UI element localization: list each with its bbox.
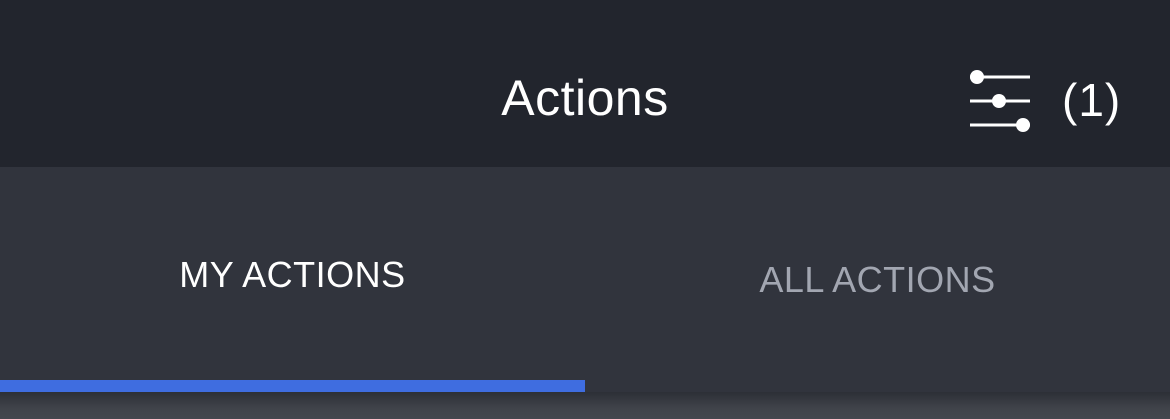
- app-header: Actions (1): [0, 0, 1170, 167]
- tab-my-actions-label: MY ACTIONS: [179, 254, 406, 295]
- tab-bar: MY ACTIONS ALL ACTIONS: [0, 167, 1170, 392]
- sliders-filter-icon: [970, 70, 1030, 132]
- tab-all-actions[interactable]: ALL ACTIONS: [585, 167, 1170, 392]
- tab-bar-shadow: [0, 392, 1170, 419]
- actions-screen: Actions (1) MY ACTIONS ALL ACTIONS: [0, 0, 1170, 419]
- tab-my-actions[interactable]: MY ACTIONS: [0, 167, 585, 392]
- tab-all-actions-label: ALL ACTIONS: [759, 259, 996, 300]
- filter-count: (1): [1062, 74, 1122, 126]
- active-tab-indicator: [0, 380, 585, 392]
- filter-button[interactable]: (1): [960, 64, 1130, 136]
